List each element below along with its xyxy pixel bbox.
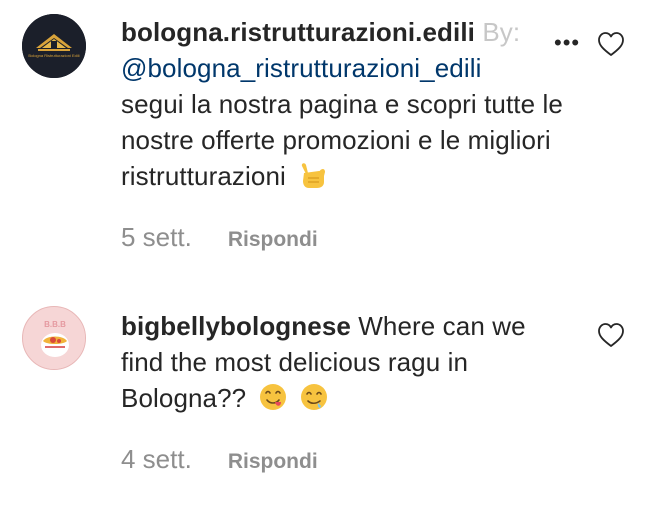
avatar[interactable]: B.B.B	[22, 306, 86, 370]
more-options-button[interactable]: •••	[540, 30, 581, 56]
avatar-text: Bologna Ristrutturazioni Edili	[28, 53, 79, 58]
mention-link[interactable]: @bologna_ristrutturazioni_edili	[121, 53, 481, 83]
comment-body: bigbellybolognese Where can we find the …	[121, 308, 566, 416]
drooling-face-emoji-icon	[300, 384, 327, 410]
heart-icon[interactable]	[597, 31, 625, 57]
comment-text: segui la nostra pagina e scopri tutte le…	[121, 89, 563, 191]
comment-time[interactable]: 4 sett.	[121, 444, 192, 475]
avatar-text: B.B.B	[44, 320, 66, 329]
truncated-text: By:	[482, 17, 521, 47]
call-me-hand-emoji-icon	[302, 163, 326, 188]
reply-button[interactable]: Rispondi	[228, 228, 318, 252]
house-logo-icon: Bologna Ristrutturazioni Edili	[22, 14, 86, 78]
avatar[interactable]: Bologna Ristrutturazioni Edili	[22, 14, 86, 78]
yum-face-emoji-icon	[259, 384, 286, 410]
comment-time[interactable]: 5 sett.	[121, 222, 192, 253]
comment-body: bologna.ristrutturazioni.edili By: @bolo…	[121, 14, 566, 194]
comment-meta: 4 sett. Rispondi	[121, 444, 318, 475]
comment-username[interactable]: bologna.ristrutturazioni.edili	[121, 17, 475, 47]
comment-username[interactable]: bigbellybolognese	[121, 311, 351, 341]
heart-icon[interactable]	[597, 322, 625, 348]
comment-meta: 5 sett. Rispondi	[121, 222, 318, 253]
bowl-logo-icon: B.B.B	[24, 308, 85, 369]
comment-item: B.B.B bigbellybolognese Where can we fin…	[0, 290, 650, 510]
reply-button[interactable]: Rispondi	[228, 450, 318, 474]
comment-item: Bologna Ristrutturazioni Edili bologna.r…	[0, 0, 650, 270]
